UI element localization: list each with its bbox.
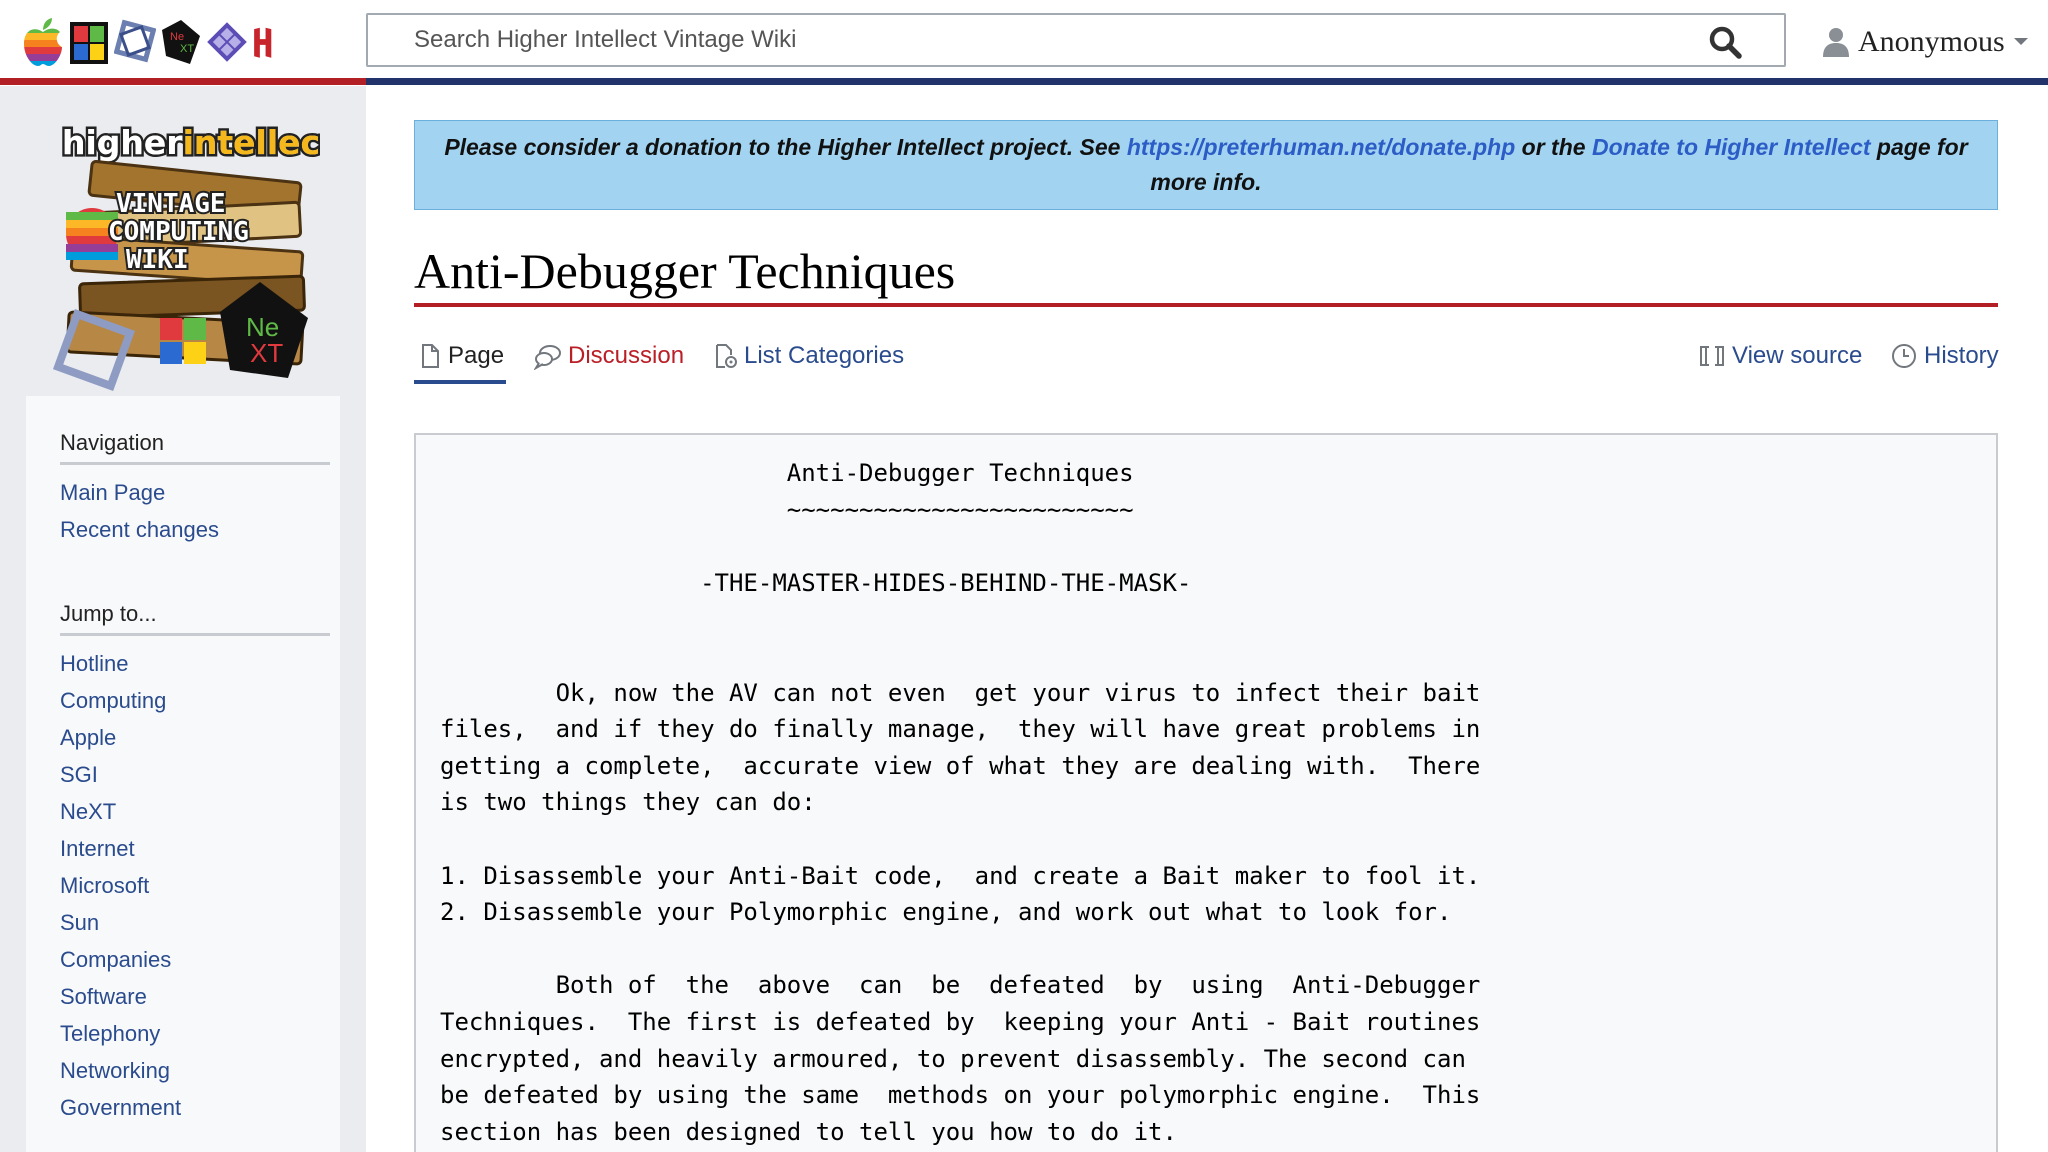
tab-list-categories[interactable]: List Categories xyxy=(714,333,904,379)
tab-list-categories-label: List Categories xyxy=(744,342,905,369)
sidebar-link[interactable]: Microsoft xyxy=(60,873,149,898)
sidebar-panel: Navigation Main Page Recent changes Jump… xyxy=(26,396,340,1152)
sidebar-link[interactable]: Sun xyxy=(60,910,99,935)
sidebar-item-software: Software xyxy=(60,983,330,1020)
sidebar-item-companies: Companies xyxy=(60,946,330,983)
sgi-logo-icon[interactable] xyxy=(114,14,156,70)
top-header: Ne XT Anonymous xyxy=(0,0,2048,86)
clock-icon xyxy=(1892,344,1916,368)
navigation-heading: Navigation xyxy=(60,430,330,465)
navigation-list: Main Page Recent changes xyxy=(60,479,330,553)
tab-active-indicator xyxy=(414,380,506,384)
user-icon xyxy=(1823,28,1849,57)
sidebar-item-hotline: Hotline xyxy=(60,650,330,687)
sidebar-link[interactable]: Telephony xyxy=(60,1021,160,1046)
sidebar-item-apple: Apple xyxy=(60,724,330,761)
page-title: Anti-Debugger Techniques xyxy=(414,242,1998,307)
sidebar-link[interactable]: Internet xyxy=(60,836,135,861)
search-box xyxy=(366,13,1786,67)
apple-logo-icon[interactable] xyxy=(22,14,64,70)
sidebar-link[interactable]: Companies xyxy=(60,947,171,972)
navigation-portlet: Navigation Main Page Recent changes xyxy=(60,430,330,553)
sidebar-link[interactable]: NeXT xyxy=(60,799,116,824)
jump-list: Hotline Computing Apple SGI NeXT Interne… xyxy=(60,650,330,1131)
donate-url-link[interactable]: https://preterhuman.net/donate.php xyxy=(1127,134,1515,160)
sidebar: higherintellect higherintellect VINTAGE … xyxy=(0,86,366,1152)
article-body-text: Anti-Debugger Techniques ~~~~~~~~~~~~~~~… xyxy=(440,459,1481,1146)
donate-page-link[interactable]: Donate to Higher Intellect xyxy=(1592,134,1871,160)
banner-text: or the xyxy=(1515,134,1592,160)
article-preformatted-box: Anti-Debugger Techniques ~~~~~~~~~~~~~~~… xyxy=(414,433,1998,1152)
sun-logo-icon[interactable] xyxy=(206,14,248,70)
sidebar-link[interactable]: Government xyxy=(60,1095,181,1120)
discussion-icon xyxy=(534,345,561,370)
chevron-down-icon[interactable] xyxy=(2013,37,2029,47)
sidebar-link[interactable]: Software xyxy=(60,984,147,1009)
sidebar-link[interactable]: Recent changes xyxy=(60,517,219,542)
tab-page[interactable]: Page xyxy=(418,333,504,379)
sidebar-item-internet: Internet xyxy=(60,835,330,872)
sidebar-item-networking: Networking xyxy=(60,1057,330,1094)
site-logo[interactable]: higherintellect higherintellect VINTAGE … xyxy=(50,122,320,442)
tab-history-label: History xyxy=(1924,342,1999,369)
svg-text:higherintellect: higherintellect xyxy=(62,123,320,162)
tab-page-label: Page xyxy=(448,342,505,369)
windows-logo-icon[interactable] xyxy=(68,14,110,70)
svg-text:WIKI: WIKI xyxy=(126,245,189,275)
user-name[interactable]: Anonymous xyxy=(1858,25,2005,59)
page-tabs: Page Discussion List Categories View sou… xyxy=(414,333,1999,385)
logo-strip[interactable]: Ne XT xyxy=(22,12,282,72)
tab-view-source-label: View source xyxy=(1732,342,1863,369)
sidebar-item-sgi: SGI xyxy=(60,761,330,798)
sidebar-item-recent-changes: Recent changes xyxy=(60,516,330,553)
sidebar-item-sun: Sun xyxy=(60,909,330,946)
sidebar-link[interactable]: Hotline xyxy=(60,651,128,676)
sidebar-item-government: Government xyxy=(60,1094,330,1131)
header-stripe-red xyxy=(0,78,366,85)
sidebar-link[interactable]: Computing xyxy=(60,688,166,713)
jump-heading: Jump to... xyxy=(60,601,330,636)
categories-page-gear-icon xyxy=(716,344,737,368)
svg-text:COMPUTING: COMPUTING xyxy=(108,217,249,247)
tab-history[interactable]: History xyxy=(1890,333,1999,379)
tab-discussion[interactable]: Discussion xyxy=(534,333,684,379)
higher-intellect-logo-icon[interactable] xyxy=(252,14,282,70)
svg-text:VINTAGE: VINTAGE xyxy=(116,189,226,219)
tab-view-source[interactable]: View source xyxy=(1698,333,1862,379)
sidebar-link[interactable]: Apple xyxy=(60,725,116,750)
search-input[interactable] xyxy=(414,23,1674,57)
banner-text: Please consider a donation to the Higher… xyxy=(444,134,1127,160)
tab-discussion-label: Discussion xyxy=(568,342,685,369)
next-logo-icon[interactable]: Ne XT xyxy=(160,14,202,70)
sidebar-item-main-page: Main Page xyxy=(60,479,330,516)
svg-text:Ne: Ne xyxy=(170,31,184,43)
page-icon xyxy=(422,344,439,368)
brackets-icon xyxy=(1700,346,1724,366)
sidebar-link[interactable]: Main Page xyxy=(60,480,165,505)
search-icon[interactable] xyxy=(1708,25,1742,59)
svg-text:XT: XT xyxy=(250,338,283,368)
sidebar-link[interactable]: SGI xyxy=(60,762,98,787)
svg-text:XT: XT xyxy=(180,43,194,55)
sidebar-item-microsoft: Microsoft xyxy=(60,872,330,909)
main-content: Please consider a donation to the Higher… xyxy=(414,120,1999,1152)
jump-portlet: Jump to... Hotline Computing Apple SGI N… xyxy=(60,601,330,1131)
header-stripe-blue xyxy=(366,78,2048,85)
sidebar-item-telephony: Telephony xyxy=(60,1020,330,1057)
sidebar-item-next: NeXT xyxy=(60,798,330,835)
donation-banner: Please consider a donation to the Higher… xyxy=(414,120,1998,210)
sidebar-item-computing: Computing xyxy=(60,687,330,724)
sidebar-link[interactable]: Networking xyxy=(60,1058,170,1083)
user-menu[interactable]: Anonymous xyxy=(1822,22,2029,62)
